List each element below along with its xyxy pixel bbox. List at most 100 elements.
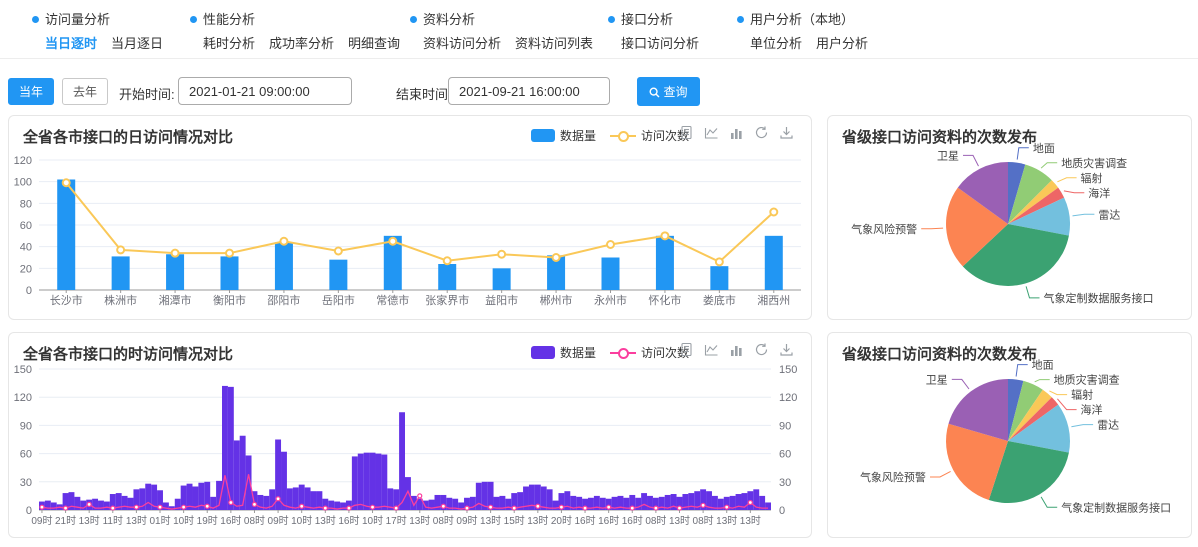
line-point[interactable] <box>229 500 233 504</box>
line-point[interactable] <box>678 506 682 510</box>
query-button[interactable]: 查询 <box>637 77 700 106</box>
bar[interactable] <box>641 493 647 510</box>
last-year-button[interactable]: 去年 <box>62 78 108 105</box>
bar-chart-icon[interactable] <box>729 125 745 141</box>
nav-item-明细查询[interactable]: 明细查询 <box>348 36 400 51</box>
nav-item-资料访问分析[interactable]: 资料访问分析 <box>423 36 501 51</box>
legend-item-数据量[interactable]: 数据量 <box>531 344 596 361</box>
bar[interactable] <box>375 454 381 510</box>
line-point[interactable] <box>716 258 723 265</box>
bar[interactable] <box>505 499 511 510</box>
line-point[interactable] <box>465 506 469 510</box>
line-point[interactable] <box>40 505 44 509</box>
line-point[interactable] <box>87 502 91 506</box>
line-point[interactable] <box>701 503 705 507</box>
bar[interactable] <box>293 487 299 510</box>
nav-item-当日逐时[interactable]: 当日逐时 <box>45 36 97 51</box>
bar[interactable] <box>128 498 134 510</box>
bar[interactable] <box>671 494 677 510</box>
bar[interactable] <box>370 453 376 510</box>
nav-item-用户分析[interactable]: 用户分析 <box>816 36 868 51</box>
legend-item-数据量[interactable]: 数据量 <box>531 127 596 144</box>
line-point[interactable] <box>64 506 68 510</box>
data-view-icon[interactable] <box>679 125 695 141</box>
download-icon[interactable] <box>779 125 795 141</box>
line-point[interactable] <box>280 238 287 245</box>
nav-item-耗时分析[interactable]: 耗时分析 <box>203 36 255 51</box>
line-point[interactable] <box>371 505 375 509</box>
line-point[interactable] <box>182 505 186 509</box>
bar[interactable] <box>438 264 456 290</box>
bar[interactable] <box>275 242 293 290</box>
bar[interactable] <box>112 256 130 290</box>
bar[interactable] <box>493 268 511 290</box>
data-view-icon[interactable] <box>679 342 695 358</box>
line-point[interactable] <box>512 506 516 510</box>
bar[interactable] <box>656 236 674 290</box>
line-chart-icon[interactable] <box>704 342 720 358</box>
line-point[interactable] <box>134 505 138 509</box>
bar[interactable] <box>51 502 57 510</box>
line-point[interactable] <box>111 506 115 510</box>
line-point[interactable] <box>172 250 179 257</box>
line-point[interactable] <box>394 506 398 510</box>
line-point[interactable] <box>725 505 729 509</box>
line-point[interactable] <box>748 500 752 504</box>
line-point[interactable] <box>770 209 777 216</box>
line-point[interactable] <box>226 250 233 257</box>
province-pie-chart-2[interactable]: 地面地质灾害调查辐射海洋雷达气象定制数据服务接口卫星气象风险预警 <box>828 356 1193 537</box>
bar[interactable] <box>166 254 184 290</box>
bar[interactable] <box>736 494 742 510</box>
line-point[interactable] <box>559 505 563 509</box>
bar[interactable] <box>547 489 553 510</box>
line-chart-icon[interactable] <box>704 125 720 141</box>
bar[interactable] <box>222 386 228 510</box>
hourly-bar-line-chart[interactable]: 0030306060909012012015015009时21时13时11时13… <box>9 360 813 537</box>
line-point[interactable] <box>498 251 505 258</box>
bar[interactable] <box>104 502 110 510</box>
nav-item-资料访问列表[interactable]: 资料访问列表 <box>515 36 593 51</box>
line-point[interactable] <box>158 505 162 509</box>
bar[interactable] <box>358 454 364 510</box>
province-pie-chart-1[interactable]: 地面地质灾害调查辐射海洋雷达气象定制数据服务接口卫星气象风险预警 <box>828 139 1193 319</box>
bar[interactable] <box>122 496 128 510</box>
bar[interactable] <box>145 484 151 510</box>
line-point[interactable] <box>536 504 540 508</box>
restore-icon[interactable] <box>754 125 770 141</box>
restore-icon[interactable] <box>754 342 770 358</box>
line-point[interactable] <box>389 238 396 245</box>
bar[interactable] <box>405 477 411 510</box>
download-icon[interactable] <box>779 342 795 358</box>
bar[interactable] <box>240 436 246 510</box>
line-point[interactable] <box>489 505 493 509</box>
line-point[interactable] <box>661 232 668 239</box>
bar[interactable] <box>710 266 728 290</box>
line-point[interactable] <box>276 497 280 501</box>
line-point[interactable] <box>323 506 327 510</box>
line-point[interactable] <box>553 254 560 261</box>
line-point[interactable] <box>252 502 256 506</box>
line-point[interactable] <box>347 506 351 510</box>
daily-bar-line-chart[interactable]: 020406080100120长沙市株洲市湘潭市衡阳市邵阳市岳阳市常德市张家界市… <box>9 143 813 319</box>
bar[interactable] <box>352 456 358 510</box>
nav-item-单位分析[interactable]: 单位分析 <box>750 36 802 51</box>
bar[interactable] <box>234 440 240 510</box>
bar[interactable] <box>765 502 771 510</box>
bar[interactable] <box>221 256 239 290</box>
line-point[interactable] <box>654 506 658 510</box>
bar[interactable] <box>281 452 287 510</box>
bar[interactable] <box>329 260 347 290</box>
line-point[interactable] <box>300 504 304 508</box>
bar-chart-icon[interactable] <box>729 342 745 358</box>
line-point[interactable] <box>607 241 614 248</box>
line-point[interactable] <box>441 504 445 508</box>
bar[interactable] <box>765 236 783 290</box>
bar[interactable] <box>381 455 387 510</box>
bar[interactable] <box>364 453 370 510</box>
nav-item-成功率分析[interactable]: 成功率分析 <box>269 36 334 51</box>
nav-item-接口访问分析[interactable]: 接口访问分析 <box>621 36 699 51</box>
line-point[interactable] <box>205 504 209 508</box>
bar[interactable] <box>476 483 482 510</box>
nav-item-当月逐日[interactable]: 当月逐日 <box>111 36 163 51</box>
line-point[interactable] <box>418 494 422 498</box>
